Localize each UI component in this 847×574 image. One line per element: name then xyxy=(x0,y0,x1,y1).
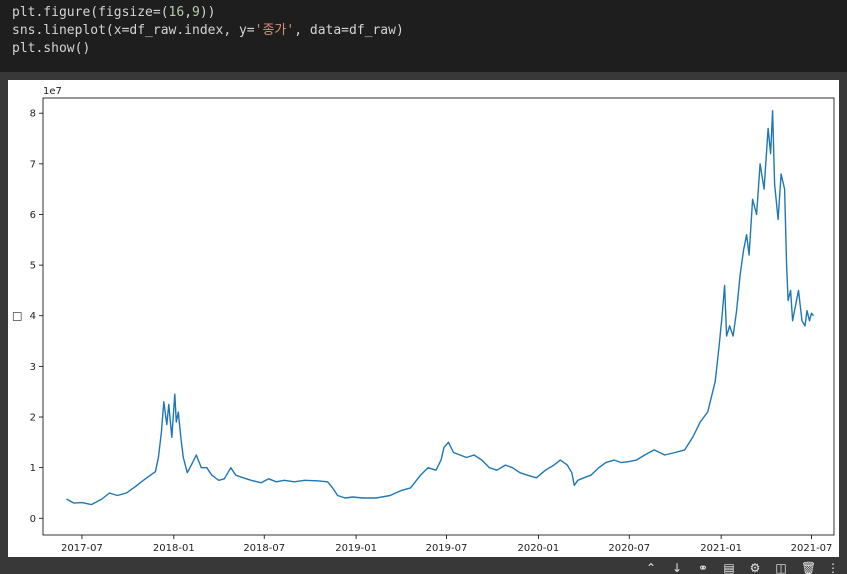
y-tick-label: 5 xyxy=(30,261,36,272)
y-tick-label: 0 xyxy=(30,514,36,525)
code-cell[interactable]: plt.figure(figsize=(16,9)) sns.lineplot(x… xyxy=(0,0,847,72)
x-tick-label: 2020-01 xyxy=(517,543,559,554)
code-lines: plt.figure(figsize=(16,9)) sns.lineplot(x… xyxy=(0,4,847,58)
mirror-icon[interactable]: ◫ xyxy=(775,562,787,574)
x-tick-label: 2017-07 xyxy=(61,543,103,554)
x-tick-label: 2021-01 xyxy=(700,543,742,554)
plot-frame xyxy=(42,97,835,536)
link-icon[interactable]: ⚭ xyxy=(697,562,709,574)
settings-icon[interactable]: ⚙ xyxy=(749,562,761,574)
x-tick-label: 2021-07 xyxy=(791,543,833,554)
x-tick-label: 2020-07 xyxy=(608,543,650,554)
code-line: plt.figure(figsize=(16,9)) xyxy=(0,4,847,22)
x-tick-label: 2019-07 xyxy=(426,543,468,554)
x-tick-label: 2018-01 xyxy=(153,543,195,554)
code-token: '종가' xyxy=(254,23,295,38)
line-chart: 0 1 2 3 4 5 6 7 8 2017-07 2018-01 2018-07 2019-01 201… xyxy=(10,86,835,554)
series-line xyxy=(66,110,815,506)
more-icon[interactable]: ⋮ xyxy=(827,562,839,574)
move-up-icon[interactable]: ⌃ xyxy=(645,562,657,574)
code-token: , xyxy=(184,5,193,20)
comment-icon[interactable]: ▤ xyxy=(723,562,735,574)
y-tick-label: 6 xyxy=(30,210,36,221)
code-token: sns.lineplot(x=df_raw.index, y= xyxy=(12,23,255,38)
move-down-icon[interactable]: ↓ xyxy=(671,562,683,574)
code-line: sns.lineplot(x=df_raw.index, y='종가', dat… xyxy=(0,22,847,40)
x-tick-label: 2019-01 xyxy=(335,543,377,554)
y-tick-label: 2 xyxy=(30,413,36,424)
y-tick-label: 7 xyxy=(30,159,36,170)
delete-icon[interactable]: 🗑 xyxy=(801,562,816,574)
code-token: 9 xyxy=(192,5,200,20)
code-token: , data=df_raw) xyxy=(294,23,404,38)
cell-toolbar: ⌃ ↓ ⚭ ▤ ⚙ ◫ 🗑 ⋮ xyxy=(645,560,839,574)
x-tick-label: 2018-07 xyxy=(243,543,285,554)
y-tick-label: 3 xyxy=(30,362,36,373)
code-token: plt.figure(figsize=( xyxy=(12,5,169,20)
code-token: 16 xyxy=(168,5,185,20)
y-tick-label: 8 xyxy=(30,109,36,120)
scale-label: 1e7 xyxy=(43,86,62,97)
y-tick-label: 1 xyxy=(30,463,36,474)
code-token: plt.show() xyxy=(12,41,91,56)
code-line: plt.show() xyxy=(0,40,847,58)
plot-output: 0 1 2 3 4 5 6 7 8 2017-07 2018-01 2018-07 2019-01 201… xyxy=(8,80,839,557)
y-axis-label: □ xyxy=(10,311,23,321)
y-tick-label: 4 xyxy=(30,311,36,322)
code-token: )) xyxy=(199,5,216,20)
